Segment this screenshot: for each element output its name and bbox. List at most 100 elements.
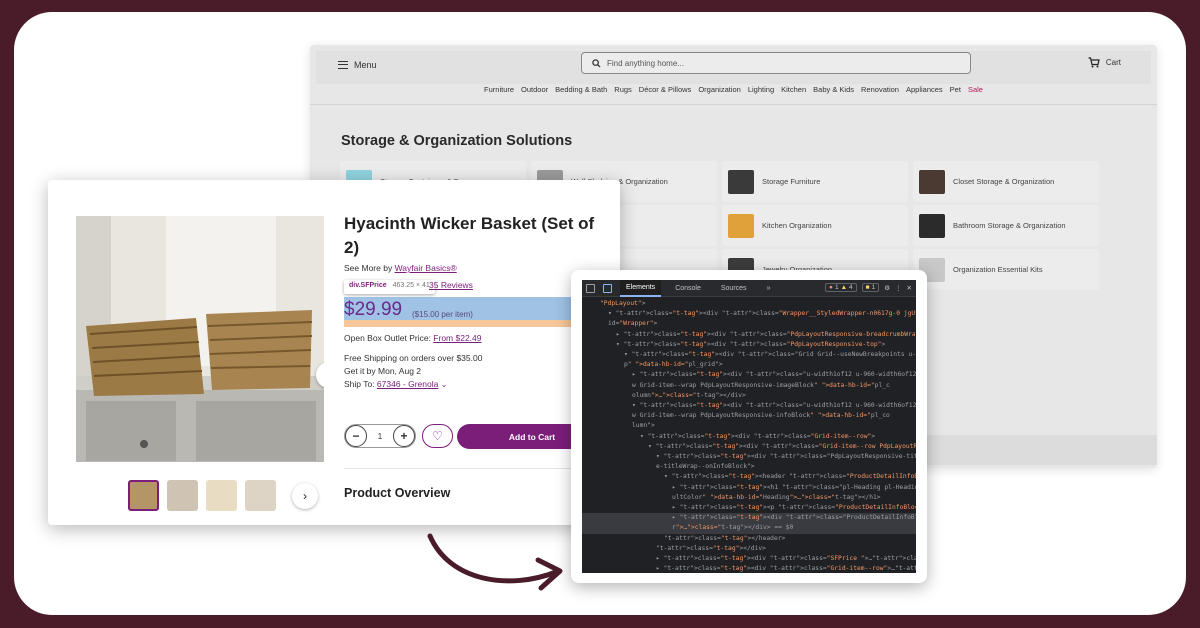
favorite-button[interactable]: ♡ [422, 424, 453, 448]
error-badge[interactable]: ● 1 ▲ 4 [825, 283, 857, 292]
devtools-panel: Elements Console Sources » ● 1 ▲ 4 ■ 1 ⚙ ⋮ ✕… [571, 270, 927, 583]
price-per-item: ($15.00 per item) [412, 310, 473, 319]
nav-item[interactable]: Décor & Pillows [639, 85, 692, 104]
close-icon[interactable]: ✕ [907, 284, 912, 292]
nav-item[interactable]: Appliances [906, 85, 943, 104]
dom-node-line[interactable]: "t-attr">class="t-tag"></header> [582, 534, 916, 544]
outlet-price: Open Box Outlet Price: From $22.49 [344, 333, 482, 343]
nav-item[interactable]: Rugs [614, 85, 632, 104]
nav-item[interactable]: Kitchen [781, 85, 806, 104]
category-tile[interactable]: Closet Storage & Organization [913, 161, 1099, 202]
tab-sources[interactable]: Sources [715, 280, 753, 297]
tab-console[interactable]: Console [669, 280, 707, 297]
dom-node-line[interactable]: ▸ "t-attr">class="t-tag"><div "t-attr">c… [582, 564, 916, 573]
nav-item[interactable]: Sale [968, 85, 983, 104]
dom-node-line[interactable]: ▸ "t-attr">class="t-tag"><div "t-attr">c… [582, 513, 916, 524]
basket-photo [76, 216, 324, 462]
chevron-down-icon[interactable]: ⌄ [441, 380, 448, 389]
decrement-button[interactable]: − [345, 425, 367, 447]
dom-node-line[interactable]: "PdpLayout"> [582, 299, 916, 309]
heart-icon: ♡ [432, 429, 443, 443]
thumbnail-3[interactable] [206, 480, 237, 511]
category-thumbnail [919, 213, 945, 238]
more-tabs-button[interactable]: » [761, 280, 777, 297]
increment-button[interactable]: + [392, 425, 415, 447]
ship-to-zip-link[interactable]: 67346 - Grenola [377, 379, 438, 389]
nav-item[interactable]: Furniture [484, 85, 514, 104]
dom-node-line[interactable]: ▾ "t-attr">class="t-tag"><div "t-attr">c… [582, 401, 916, 411]
inspect-icon[interactable] [586, 283, 595, 293]
device-toggle-icon[interactable] [603, 283, 612, 293]
dom-node-line[interactable]: ultColor" ">data-hb-id="Heading">…">clas… [582, 493, 916, 503]
dom-node-line[interactable]: lumn"> [582, 421, 916, 431]
nav-item[interactable]: Pet [950, 85, 961, 104]
ship-to-prefix: Ship To: [344, 379, 377, 389]
menu-label: Menu [354, 60, 377, 70]
brand-link[interactable]: Wayfair Basics® [395, 263, 457, 273]
dom-node-line[interactable]: olumn">…">class="t-tag"></div> [582, 391, 916, 401]
dom-node-line[interactable]: ▸ "t-attr">class="t-tag"><div "t-attr">c… [582, 370, 916, 380]
dom-node-line[interactable]: ▾ "t-attr">class="t-tag"><div "t-attr">c… [582, 432, 916, 442]
dom-node-line[interactable]: ▾ "t-attr">class="t-tag"><div "t-attr">c… [582, 309, 916, 319]
dom-node-line[interactable]: ▸ "t-attr">class="t-tag"><div "t-attr">c… [582, 554, 916, 564]
store-header: Menu Find anything home... Cart [316, 51, 1151, 84]
nav-item[interactable]: Baby & Kids [813, 85, 854, 104]
dom-node-line[interactable]: ▾ "t-attr">class="t-tag"><header "t-attr… [582, 472, 916, 482]
devtools-inner: Elements Console Sources » ● 1 ▲ 4 ■ 1 ⚙ ⋮ ✕… [582, 280, 916, 573]
dom-node-line[interactable]: w Grid-item--wrap PdpLayoutResponsive-im… [582, 381, 916, 391]
nav-item[interactable]: Outdoor [521, 85, 548, 104]
category-thumbnail [728, 213, 754, 238]
search-input[interactable]: Find anything home... [581, 52, 971, 74]
dom-node-line[interactable]: p" ">data-hb-id="pl_grid"> [582, 360, 916, 370]
cart-button[interactable]: Cart [1088, 57, 1121, 68]
nav-item[interactable]: Organization [698, 85, 741, 104]
dom-node-line[interactable]: ▾ "t-attr">class="t-tag"><div "t-attr">c… [582, 350, 916, 360]
thumbnail-2[interactable] [167, 480, 198, 511]
category-tile[interactable]: Organization Essential Kits [913, 249, 1099, 290]
category-tile[interactable]: Storage Furniture [722, 161, 908, 202]
issues-badge[interactable]: ■ 1 [861, 283, 880, 292]
dom-node-line[interactable]: ▾ "t-attr">class="t-tag"><div "t-attr">c… [582, 340, 916, 350]
error-count: 1 [834, 284, 839, 291]
product-price: $29.99 [344, 299, 403, 320]
nav-item[interactable]: Lighting [748, 85, 774, 104]
dom-node-line[interactable]: ▾ "t-attr">class="t-tag"><div "t-attr">c… [582, 452, 916, 462]
inspector-tooltip: div.SFPrice 463.25 × 41 [344, 280, 435, 294]
category-tile[interactable]: Bathroom Storage & Organization [913, 205, 1099, 246]
quantity-value[interactable]: 1 [378, 432, 382, 441]
search-placeholder: Find anything home... [607, 58, 684, 68]
dom-node-line[interactable]: e-titleWrap--onInfoBlock"> [582, 462, 916, 472]
outlet-price-link[interactable]: From $22.49 [433, 333, 481, 343]
see-more-prefix: See More by [344, 263, 395, 273]
dom-node-line[interactable]: ▸ "t-attr">class="t-tag"><div "t-attr">c… [582, 330, 916, 340]
category-label: Organization Essential Kits [953, 265, 1043, 274]
category-tile[interactable]: Kitchen Organization [722, 205, 908, 246]
shipping-info: Free Shipping on orders over $35.00 Get … [344, 352, 482, 391]
thumbnail-next-button[interactable]: › [292, 482, 318, 509]
dom-node-line[interactable]: "t-attr">class="t-tag"></div> [582, 544, 916, 554]
product-info: Hyacinth Wicker Basket (Set of 2) See Mo… [344, 212, 607, 449]
nav-item[interactable]: Renovation [861, 85, 899, 104]
tab-elements[interactable]: Elements [620, 280, 662, 297]
menu-button[interactable]: Menu [338, 60, 377, 70]
dom-node-line[interactable]: ▸ "t-attr">class="t-tag"><p "t-attr">cla… [582, 503, 916, 513]
dom-node-line[interactable]: r">…">class="t-tag"></div> == $0 [582, 523, 916, 534]
reviews-link[interactable]: 35 Reviews [429, 280, 473, 290]
issue-icon: ■ [865, 284, 870, 291]
dom-node-line[interactable]: w Grid-item--wrap PdpLayoutResponsive-in… [582, 411, 916, 421]
curved-arrow-icon [427, 533, 563, 591]
gear-icon[interactable]: ⚙ [884, 284, 890, 292]
dom-node-line[interactable]: ▸ "t-attr">class="t-tag"><h1 "t-attr">cl… [582, 483, 916, 493]
dom-node-line[interactable]: id="Wrapper"> [582, 319, 916, 329]
kebab-menu-icon[interactable]: ⋮ [895, 284, 902, 292]
thumbnail-strip: › [128, 480, 318, 511]
category-label: Bathroom Storage & Organization [953, 221, 1066, 230]
nav-item[interactable]: Bedding & Bath [555, 85, 607, 104]
hamburger-icon [338, 61, 348, 69]
thumbnail-4[interactable] [245, 480, 276, 511]
free-shipping: Free Shipping on orders over $35.00 [344, 353, 483, 363]
thumbnail-1[interactable] [128, 480, 159, 511]
cart-icon [1088, 57, 1100, 68]
inspector-size: 463.25 × 41 [392, 282, 430, 289]
dom-node-line[interactable]: ▾ "t-attr">class="t-tag"><div "t-attr">c… [582, 442, 916, 452]
